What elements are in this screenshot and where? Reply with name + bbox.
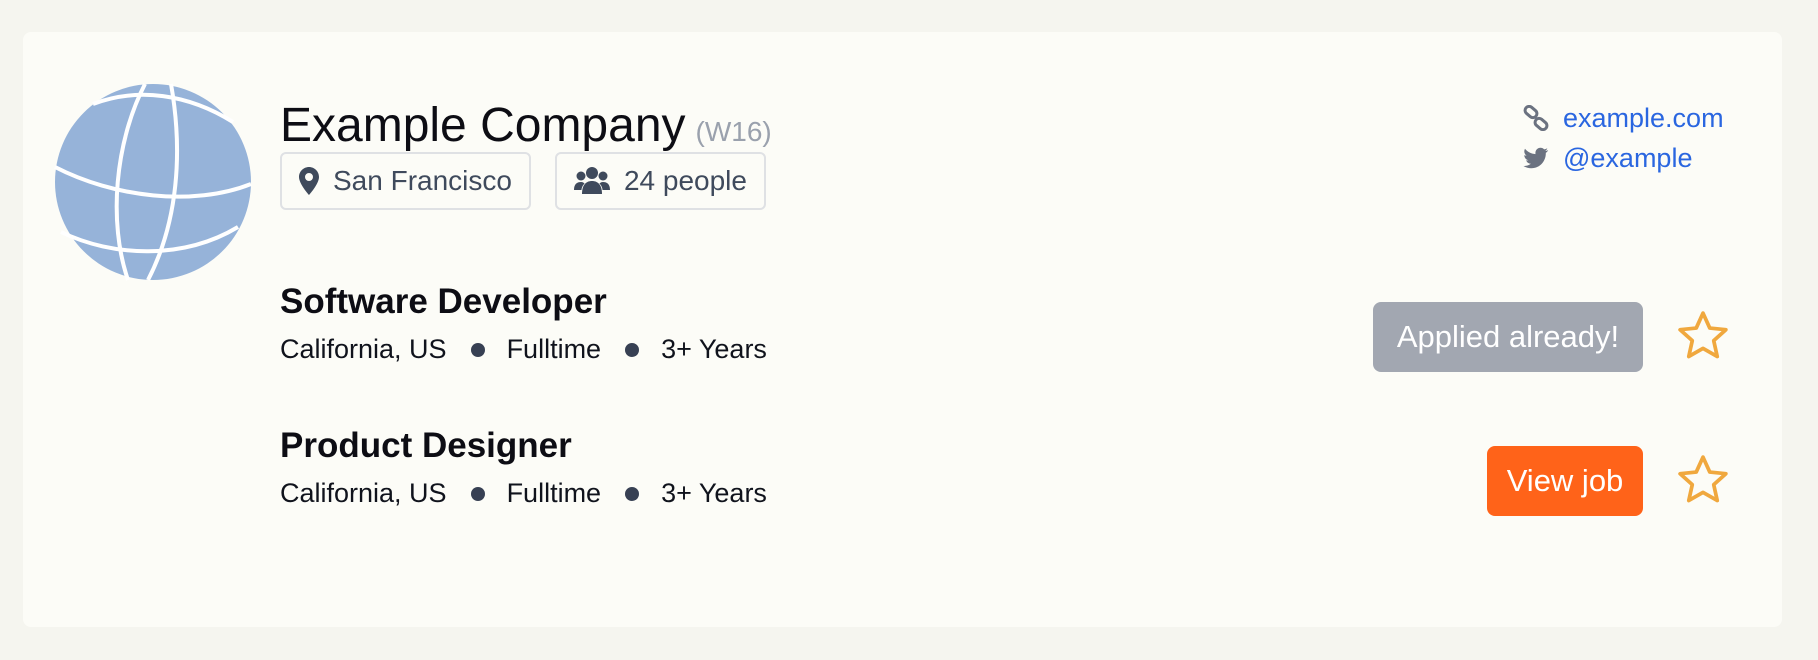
separator-dot [470, 486, 485, 501]
applied-button[interactable]: Applied already! [1373, 302, 1643, 372]
company-name: Example Company [280, 99, 686, 152]
separator-dot [625, 486, 640, 501]
job-type: Fulltime [506, 478, 602, 508]
company-title: Example Company (W16) [280, 98, 772, 153]
job-experience: 3+ Years [661, 478, 767, 508]
star-outline-icon[interactable] [1675, 308, 1731, 364]
batch-label: (W16) [695, 116, 772, 147]
twitter-link[interactable]: @example [1563, 143, 1692, 174]
star-outline-icon[interactable] [1675, 452, 1731, 508]
twitter-link-row: @example [1523, 138, 1724, 178]
location-label: San Francisco [333, 165, 512, 196]
job-location: California, US [280, 334, 447, 364]
twitter-icon [1523, 147, 1549, 169]
job-location: California, US [280, 478, 447, 508]
company-links: example.com @example [1523, 98, 1724, 178]
location-tag: San Francisco [280, 152, 531, 210]
job-row: Software Developer California, US Fullti… [280, 282, 1782, 372]
job-row: Product Designer California, US Fulltime… [280, 426, 1782, 516]
view-job-button[interactable]: View job [1487, 446, 1643, 516]
job-experience: 3+ Years [661, 334, 767, 364]
separator-dot [470, 342, 485, 357]
website-link[interactable]: example.com [1563, 103, 1724, 134]
team-size-label: 24 people [623, 165, 747, 196]
separator-dot [625, 342, 640, 357]
company-card: Example Company (W16) San Francisco 24 pe… [23, 32, 1782, 627]
link-icon [1523, 105, 1549, 131]
globe-icon [54, 83, 252, 281]
company-tags: San Francisco 24 people [280, 152, 766, 210]
team-size-tag: 24 people [554, 152, 766, 210]
job-type: Fulltime [506, 334, 602, 364]
map-pin-icon [299, 167, 319, 195]
users-icon [573, 167, 610, 194]
website-link-row: example.com [1523, 98, 1724, 138]
